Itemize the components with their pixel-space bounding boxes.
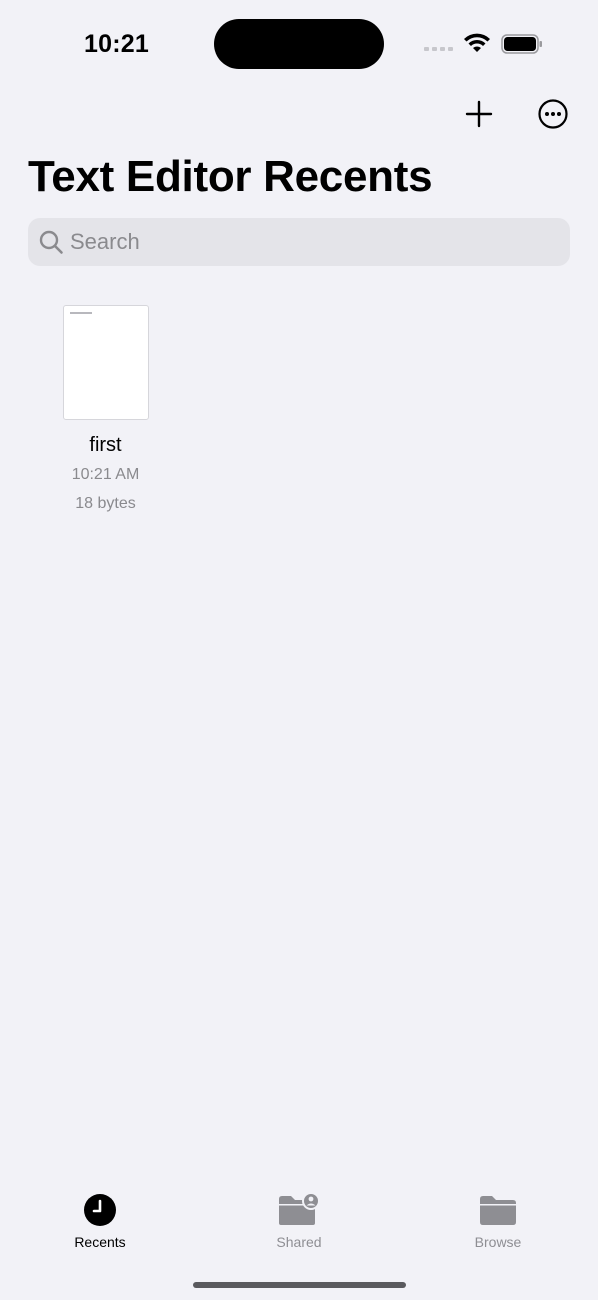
home-indicator[interactable] — [193, 1282, 406, 1288]
screen: 10:21 Text Editor Recents Search first 1… — [0, 0, 598, 1300]
tab-browse[interactable]: Browse — [438, 1190, 558, 1250]
tab-bar: Recents Shared Browse — [0, 1190, 598, 1260]
document-item[interactable]: first 10:21 AM 18 bytes — [40, 305, 171, 513]
battery-icon — [501, 34, 542, 54]
folder-icon — [480, 1196, 516, 1225]
tab-label-shared: Shared — [276, 1234, 322, 1250]
document-size: 18 bytes — [75, 495, 136, 512]
tab-label-browse: Browse — [474, 1234, 522, 1250]
document-name: first — [89, 434, 122, 456]
tab-shared[interactable]: Shared — [239, 1190, 359, 1250]
add-document-button[interactable] — [463, 98, 495, 130]
ellipsis-circle-icon — [538, 99, 568, 129]
document-thumbnail[interactable] — [62, 305, 149, 420]
shared-folder-icon — [279, 1193, 320, 1225]
more-options-button[interactable] — [537, 98, 569, 130]
dynamic-island — [214, 19, 384, 69]
clock-icon — [84, 1194, 116, 1226]
thumbnail-text-preview — [69, 312, 92, 314]
wifi-icon — [464, 33, 490, 52]
cellular-signal-icon — [424, 47, 453, 51]
tab-recents[interactable]: Recents — [40, 1190, 160, 1250]
search-bar[interactable] — [28, 218, 570, 266]
tab-label-recents: Recents — [74, 1234, 126, 1250]
search-icon — [39, 230, 63, 254]
plus-icon — [465, 100, 493, 128]
search-input[interactable] — [70, 229, 550, 255]
status-time: 10:21 — [84, 30, 149, 58]
page-title: Text Editor Recents — [28, 152, 433, 201]
document-time: 10:21 AM — [71, 466, 140, 483]
